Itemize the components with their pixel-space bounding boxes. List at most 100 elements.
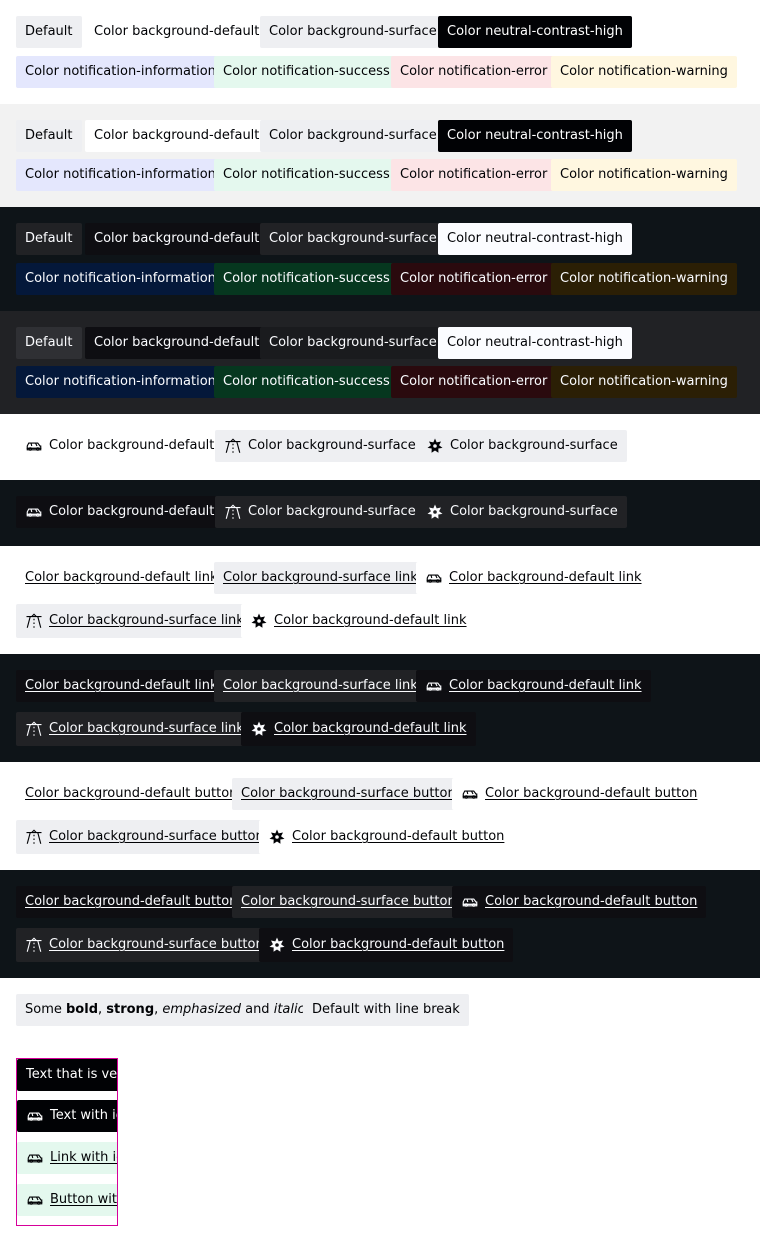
tag-icon-button-background-default-2[interactable]: Color background-default button [259, 820, 514, 854]
tag-icon-background-default: Color background-default [16, 496, 224, 528]
car-icon [425, 677, 443, 695]
flower-icon [268, 828, 286, 846]
tag-link[interactable]: Color background-default link [449, 569, 642, 587]
car-icon [461, 785, 479, 803]
tag-button[interactable]: Color background-default button [485, 893, 697, 911]
tag-background-surface: Color background-surface [260, 120, 446, 152]
tag-icon-background-default: Color background-default [16, 430, 224, 462]
tag-link-background-default[interactable]: Color background-default link [16, 670, 227, 702]
tag-notification-warning: Color notification-warning [551, 366, 737, 398]
tag-icon-background-surface-2: Color background-surface [417, 430, 627, 462]
section-light-links: Color background-default link Color back… [0, 546, 760, 654]
overflow-container: Text that is very Text with ic Link with… [16, 1058, 118, 1226]
flower-icon [426, 503, 444, 521]
tag-neutral-contrast-high: Color neutral-contrast-high [438, 16, 632, 48]
tag-link[interactable]: Color background-default link [274, 720, 467, 738]
tag-icon-link-background-default[interactable]: Color background-default link [416, 562, 651, 594]
tag-button[interactable]: Color background-surface button [49, 936, 264, 954]
tag-icon-button-background-default[interactable]: Color background-default button [452, 778, 707, 810]
tag-link[interactable]: Color background-default link [449, 677, 642, 695]
tag-link[interactable]: Color background-surface link [223, 569, 418, 587]
tag-button[interactable]: Color background-default button [292, 828, 504, 846]
car-icon [25, 503, 43, 521]
tag-line-break: Default with line break [303, 994, 469, 1026]
tag-icon-link-background-default-2[interactable]: Color background-default link [241, 712, 476, 746]
road-icon [25, 612, 43, 630]
tag-link[interactable]: Link with ico [50, 1149, 117, 1167]
tag-notification-success: Color notification-success [214, 159, 399, 191]
tag-background-surface: Color background-surface [260, 223, 446, 255]
tag-neutral-contrast-high: Color neutral-contrast-high [438, 223, 632, 255]
tag-text-with-icon: Text with ic [17, 1100, 117, 1132]
tag-button[interactable]: Color background-surface button [49, 828, 264, 846]
tag-icon-link-background-surface[interactable]: Color background-surface link [16, 712, 253, 746]
flower-icon [426, 437, 444, 455]
tag-button-background-default[interactable]: Color background-default button [16, 886, 247, 918]
road-icon [25, 936, 43, 954]
tag-icon-button-background-surface[interactable]: Color background-surface button [16, 928, 273, 962]
tag-notification-success: Color notification-success [214, 56, 399, 88]
car-icon [25, 437, 43, 455]
tag-icon-button-background-surface[interactable]: Color background-surface button [16, 820, 273, 854]
section-light-buttons: Color background-default button Color ba… [0, 762, 760, 870]
tag-icon-link-background-default-2[interactable]: Color background-default link [241, 604, 476, 638]
tag-notification-error: Color notification-error [391, 56, 557, 88]
tag-button[interactable]: Color background-default button [25, 893, 237, 911]
car-icon [425, 569, 443, 587]
tag-button[interactable]: Button with [50, 1191, 117, 1209]
tag-button-background-surface[interactable]: Color background-surface button [232, 886, 465, 918]
tag-notification-success: Color notification-success [214, 366, 399, 398]
tag-link[interactable]: Color background-default link [274, 612, 467, 630]
flower-icon [250, 720, 268, 738]
tag-link[interactable]: Color background-surface link [223, 677, 418, 695]
tag-icon-link-background-surface[interactable]: Color background-surface link [16, 604, 253, 638]
tag-link-background-default[interactable]: Color background-default link [16, 562, 227, 594]
tag-link[interactable]: Color background-surface link [49, 612, 244, 630]
car-icon [26, 1149, 44, 1167]
road-icon [25, 720, 43, 738]
section-dark-icon-tags: Color background-default Color backgroun… [0, 480, 760, 546]
section-dark-surface: Default Color background-default Color b… [0, 311, 760, 414]
tag-link-background-surface[interactable]: Color background-surface link [214, 562, 427, 594]
section-dark-buttons: Color background-default button Color ba… [0, 870, 760, 978]
tag-link[interactable]: Color background-surface link [49, 720, 244, 738]
tag-default: Default [16, 327, 82, 359]
tag-link-background-surface[interactable]: Color background-surface link [214, 670, 427, 702]
tag-button[interactable]: Color background-default button [292, 936, 504, 954]
tag-notification-information: Color notification-information [16, 263, 225, 295]
car-icon [461, 893, 479, 911]
tag-default: Default [16, 223, 82, 255]
tag-icon-button-background-default-2[interactable]: Color background-default button [259, 928, 514, 962]
tag-button[interactable]: Color background-default button [485, 785, 697, 803]
tag-link-with-icon[interactable]: Link with ico [17, 1142, 117, 1174]
section-rich-text: Some bold, strong, emphasized and italic… [0, 978, 760, 1058]
tag-background-default: Color background-default [85, 16, 269, 48]
tag-link[interactable]: Color background-default link [25, 677, 218, 695]
tag-notification-success: Color notification-success [214, 263, 399, 295]
section-light-icon-tags: Color background-default Color backgroun… [0, 414, 760, 480]
tag-link[interactable]: Color background-default link [25, 569, 218, 587]
tag-notification-information: Color notification-information [16, 366, 225, 398]
tag-neutral-contrast-high: Color neutral-contrast-high [438, 327, 632, 359]
tag-button[interactable]: Color background-default button [25, 785, 237, 803]
tag-notification-error: Color notification-error [391, 159, 557, 191]
section-light-surface: Default Color background-default Color b… [0, 104, 760, 207]
tag-background-surface: Color background-surface [260, 327, 446, 359]
tag-notification-information: Color notification-information [16, 56, 225, 88]
tag-notification-information: Color notification-information [16, 159, 225, 191]
flower-icon [250, 612, 268, 630]
tag-button-background-surface[interactable]: Color background-surface button [232, 778, 465, 810]
tag-button[interactable]: Color background-surface button [241, 785, 456, 803]
tag-default: Default [16, 120, 82, 152]
tag-button-with-icon[interactable]: Button with [17, 1184, 117, 1216]
tag-background-default: Color background-default [85, 120, 269, 152]
tag-button-background-default[interactable]: Color background-default button [16, 778, 247, 810]
section-light-default: Default Color background-default Color b… [0, 0, 760, 104]
tag-icon-link-background-default[interactable]: Color background-default link [416, 670, 651, 702]
tag-rich-text: Some bold, strong, emphasized and italic… [16, 994, 344, 1026]
tag-button[interactable]: Color background-surface button [241, 893, 456, 911]
tag-icon-background-surface: Color background-surface [215, 496, 425, 528]
tag-background-surface: Color background-surface [260, 16, 446, 48]
tag-notification-error: Color notification-error [391, 366, 557, 398]
tag-icon-button-background-default[interactable]: Color background-default button [452, 886, 707, 918]
